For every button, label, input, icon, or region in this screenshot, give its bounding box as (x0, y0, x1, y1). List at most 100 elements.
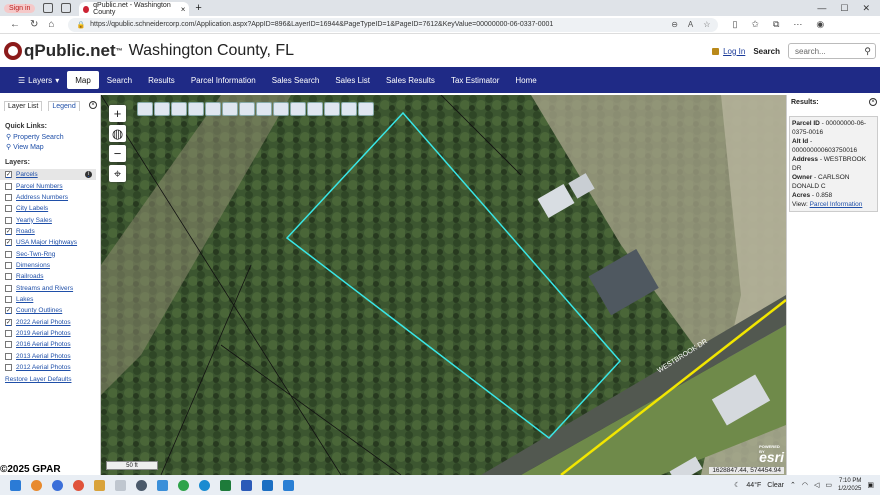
app-icon[interactable] (94, 479, 105, 491)
home-icon[interactable]: ⌂ (48, 19, 54, 30)
search-tool-icon[interactable] (256, 102, 272, 116)
start-icon[interactable] (10, 479, 21, 491)
login-link[interactable]: Log In (712, 47, 745, 56)
layer-item[interactable]: 2012 Aerial Photos (0, 362, 100, 373)
wifi-icon[interactable]: ◠ (802, 481, 808, 489)
extent-tool-icon[interactable] (307, 102, 323, 116)
tab-layer-list[interactable]: Layer List (4, 101, 43, 111)
layer-item[interactable]: Sec-Twn-Rng (0, 248, 100, 259)
collections-icon[interactable]: ⧉ (773, 19, 779, 30)
more-menu-icon[interactable]: ⋯ (793, 19, 802, 30)
close-window-icon[interactable]: ✕ (862, 3, 870, 14)
layer-item[interactable]: Streams and Rivers (0, 282, 100, 293)
layer-checkbox[interactable] (5, 261, 12, 269)
layer-checkbox[interactable]: ✓ (5, 239, 12, 247)
app-icon[interactable] (52, 479, 63, 491)
buffer-tool-icon[interactable] (188, 102, 204, 116)
layer-item[interactable]: 2013 Aerial Photos (0, 351, 100, 362)
layer-item[interactable]: 2019 Aerial Photos (0, 328, 100, 339)
quick-link-property-search[interactable]: ⚲ Property Search (6, 133, 100, 143)
layer-checkbox[interactable]: ✓ (5, 227, 12, 235)
layer-checkbox[interactable]: ✓ (5, 171, 12, 179)
settings-gear-icon[interactable] (136, 479, 147, 491)
edge-icon[interactable] (199, 479, 210, 491)
layer-checkbox[interactable] (5, 216, 12, 224)
image-tool-icon[interactable] (222, 102, 238, 116)
word-icon[interactable] (241, 479, 252, 491)
nav-sales-results[interactable]: Sales Results (378, 67, 443, 93)
nav-sales-search[interactable]: Sales Search (264, 67, 328, 93)
read-aloud-icon[interactable]: A (688, 20, 693, 29)
search-icon[interactable]: ⚲ (864, 46, 871, 57)
tab-legend[interactable]: Legend (48, 101, 80, 111)
layer-checkbox[interactable] (5, 193, 12, 201)
close-sidebar-icon[interactable]: × (89, 101, 97, 109)
close-tab-icon[interactable]: × (181, 5, 186, 14)
signin-button[interactable]: Sign in (4, 3, 36, 13)
layer-checkbox[interactable] (5, 250, 12, 258)
layer-item[interactable]: ✓ 2022 Aerial Photos (0, 316, 100, 327)
markup-tool-icon[interactable] (273, 102, 289, 116)
qpublic-logo[interactable]: qPublic.net ™ (4, 41, 123, 61)
identify-tool-icon[interactable] (137, 102, 153, 116)
locate-icon[interactable]: ⌖ (109, 165, 126, 182)
layer-checkbox[interactable] (5, 295, 12, 303)
layer-checkbox[interactable] (5, 364, 12, 372)
pan-tool-icon[interactable] (154, 102, 170, 116)
layer-checkbox[interactable] (5, 352, 12, 360)
layer-item[interactable]: ✓ Parcels i (0, 169, 96, 181)
back-icon[interactable]: ← (10, 19, 20, 30)
info-icon[interactable]: i (85, 171, 92, 179)
clock[interactable]: 7:10 PM 1/2/2025 (838, 477, 861, 493)
layer-item[interactable]: Address Numbers (0, 192, 100, 203)
quick-link-view-map[interactable]: ⚲ View Map (6, 143, 100, 153)
notification-icon[interactable]: ▣ (867, 481, 874, 489)
zoom-icon[interactable]: ⊖ (671, 20, 678, 29)
globe-icon[interactable]: ◍ (109, 125, 126, 142)
nav-parcel-information[interactable]: Parcel Information (183, 67, 264, 93)
layer-item[interactable]: ✓ Roads (0, 226, 100, 237)
map-view[interactable]: WESTBROOK DR + ◍ − ⌖ 50 ft POWERED BY esr… (101, 95, 786, 475)
chrome-icon[interactable] (178, 479, 189, 491)
app-icon[interactable] (31, 479, 42, 491)
nav-sales-list[interactable]: Sales List (327, 67, 378, 93)
maximize-icon[interactable]: ☐ (840, 3, 848, 14)
save-tool-icon[interactable] (358, 102, 374, 116)
app-icon[interactable] (73, 479, 84, 491)
layer-item[interactable]: Railroads (0, 271, 100, 282)
layer-checkbox[interactable] (5, 284, 12, 292)
favorite-star-icon[interactable]: ☆ (703, 20, 710, 29)
nav-results[interactable]: Results (140, 67, 183, 93)
layer-checkbox[interactable] (5, 329, 12, 337)
layer-item[interactable]: Dimensions (0, 260, 100, 271)
nav-home[interactable]: Home (507, 67, 544, 93)
layer-item[interactable]: ✓ County Outlines (0, 305, 100, 316)
excel-icon[interactable] (220, 479, 231, 491)
workspaces-icon[interactable] (43, 3, 54, 13)
zoom-in-icon[interactable]: + (109, 105, 126, 122)
refresh-icon[interactable]: ↻ (30, 19, 38, 30)
nav-tax-estimator[interactable]: Tax Estimator (443, 67, 507, 93)
new-tab-icon[interactable]: + (195, 2, 201, 14)
url-field[interactable]: 🔒 https://qpublic.schneidercorp.com/Appl… (68, 17, 719, 32)
layer-checkbox[interactable] (5, 273, 12, 281)
layer-checkbox[interactable] (5, 341, 12, 349)
measure-tool-icon[interactable] (239, 102, 255, 116)
layer-checkbox[interactable] (5, 205, 12, 213)
layer-item[interactable]: Lakes (0, 294, 100, 305)
clear-tool-icon[interactable] (341, 102, 357, 116)
tab-actions-icon[interactable] (61, 3, 72, 13)
restore-layer-defaults-link[interactable]: Restore Layer Defaults (5, 376, 100, 383)
favorites-icon[interactable]: ✩ (751, 19, 759, 30)
nav-map[interactable]: Map (67, 71, 99, 89)
overview-tool-icon[interactable] (324, 102, 340, 116)
browser-tab-active[interactable]: qPublic.net - Washington County × (79, 2, 190, 16)
split-screen-icon[interactable]: ▯ (732, 19, 737, 30)
parcel-information-link[interactable]: Parcel Information (810, 201, 863, 208)
volume-icon[interactable]: ◁ (814, 481, 819, 489)
layer-item[interactable]: ✓ USA Major Highways (0, 237, 100, 248)
draw-tool-icon[interactable] (205, 102, 221, 116)
layer-item[interactable]: City Labels (0, 203, 100, 214)
select-tool-icon[interactable] (171, 102, 187, 116)
app-icon[interactable] (157, 479, 168, 491)
